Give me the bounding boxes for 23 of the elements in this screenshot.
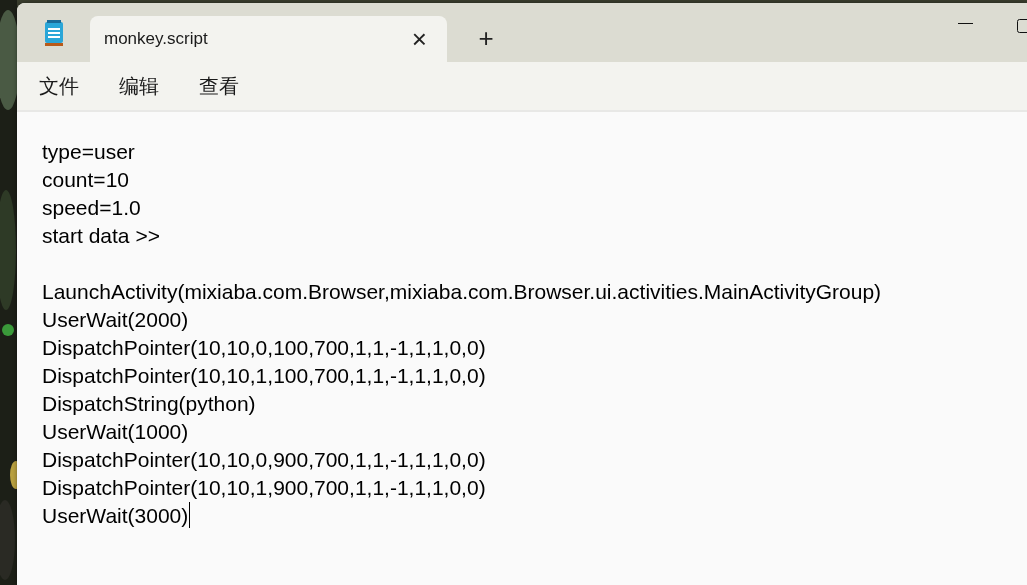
code-line: DispatchPointer(10,10,1,100,700,1,1,-1,1,1,0,0) [42,364,486,387]
menu-item[interactable]: 文件 [39,71,79,101]
code-line: count=10 [42,168,129,191]
code-line: start data >> [42,224,160,247]
code-line: UserWait(1000) [42,420,189,443]
code-line: DispatchPointer(10,10,0,100,700,1,1,-1,1,1,0,0) [42,336,486,359]
code-line: DispatchPointer(10,10,0,900,700,1,1,-1,1,1,0,0) [42,448,486,471]
code-line: DispatchString(python) [42,392,256,415]
menu-item[interactable]: 查看 [199,71,239,101]
text-cursor [189,502,191,528]
maximize-icon[interactable] [1017,19,1027,33]
new-tab-button[interactable]: + [471,20,501,56]
menu-item[interactable]: 编辑 [119,71,159,101]
close-tab-button[interactable]: × [405,26,433,52]
notepad-icon [43,19,64,46]
tab-title: monkey.script [104,28,209,51]
file-tab[interactable]: monkey.script × [90,16,447,62]
code-line: UserWait(2000) [42,308,189,331]
code-line: UserWait(3000) [42,504,189,527]
code-line: type=user [42,140,135,163]
code-line: DispatchPointer(10,10,1,900,700,1,1,-1,1,1,0,0) [42,476,486,499]
code-line: speed=1.0 [42,196,141,219]
code-line: LaunchActivity(mixiaba.com.Browser,mixiaba.com.Browser.ui.activities.MainActivityGroup) [42,280,882,303]
